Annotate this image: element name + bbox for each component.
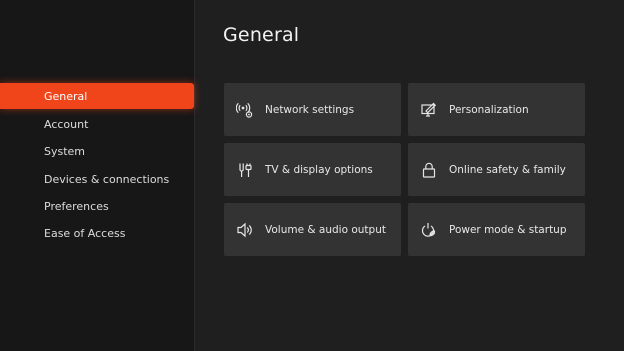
sidebar-item-label: Account — [44, 117, 89, 131]
tile-label: Online safety & family — [449, 163, 566, 176]
tile-label: Personalization — [449, 103, 529, 116]
tile-label: Volume & audio output — [265, 223, 386, 236]
tile-label: TV & display options — [265, 163, 373, 176]
speaker-icon — [236, 221, 254, 239]
sidebar-item-ease-of-access[interactable]: Ease of Access — [0, 220, 194, 246]
personalization-tile[interactable]: Personalization — [408, 83, 585, 136]
network-settings-tile[interactable]: Network settings — [224, 83, 401, 136]
sidebar-item-label: Preferences — [44, 199, 109, 213]
sidebar-item-devices-connections[interactable]: Devices & connections — [0, 166, 194, 192]
tile-label: Network settings — [265, 103, 355, 116]
page-title: General — [223, 24, 300, 46]
online-safety-family-tile[interactable]: Online safety & family — [408, 143, 585, 196]
personalization-icon — [420, 101, 438, 119]
lock-icon — [420, 161, 438, 179]
tv-display-options-tile[interactable]: TV & display options — [224, 143, 401, 196]
sidebar-item-label: Ease of Access — [44, 226, 126, 240]
volume-audio-output-tile[interactable]: Volume & audio output — [224, 203, 401, 256]
sidebar-item-general[interactable]: General — [0, 83, 194, 109]
sidebar: General Account System Devices & connect… — [0, 0, 195, 351]
power-mode-startup-tile[interactable]: Power mode & startup — [408, 203, 585, 256]
sidebar-item-account[interactable]: Account — [0, 111, 194, 137]
tv-display-icon — [236, 161, 254, 179]
sidebar-item-system[interactable]: System — [0, 138, 194, 164]
tile-label: Power mode & startup — [449, 223, 567, 236]
sidebar-item-label: System — [44, 144, 86, 158]
network-icon — [236, 101, 254, 119]
sidebar-item-label: General — [44, 89, 88, 103]
power-icon — [420, 221, 438, 239]
sidebar-item-preferences[interactable]: Preferences — [0, 193, 194, 219]
sidebar-item-label: Devices & connections — [44, 172, 170, 186]
